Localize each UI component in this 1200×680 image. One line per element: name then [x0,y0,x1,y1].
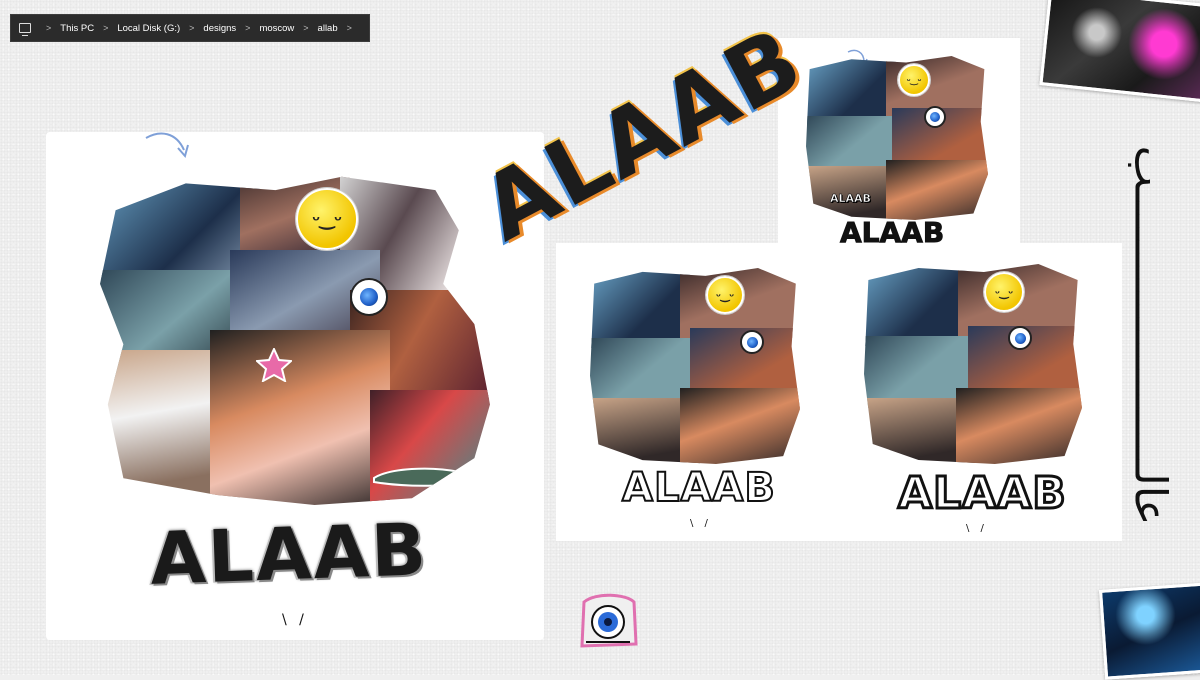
party-photo-bottom-right [1098,582,1200,680]
smiley-face-icon: ᵕ‿ᵕ [898,64,930,96]
computer-icon[interactable] [19,23,31,36]
chevron-right-icon[interactable]: > [347,23,352,33]
variant-1-photo-collage: ᵕ‿ᵕ [590,268,800,464]
variant-2-photo-collage: ᵕ‿ᵕ [864,264,1082,464]
chevron-right-icon[interactable]: > [103,23,108,33]
main-photo-collage: ᵕ‿ᵕ [100,176,490,505]
thumbnail-small-label: ALAAB [830,192,871,206]
star-sticker-icon [256,348,292,382]
caption-chevrons: \ / [966,523,988,534]
address-bar-breadcrumb[interactable]: > This PC > Local Disk (G:) > designs > … [10,14,370,42]
variant-2-bubble-title: ALAAB [897,467,1068,521]
chevron-right-icon[interactable]: > [245,23,250,33]
main-scribble-title: ALAAB [148,507,430,601]
breadcrumb-item-moscow[interactable]: moscow [259,23,294,34]
thumbnail-photo-collage: ᵕ‿ᵕ ALAAB [806,56,988,220]
arabic-vertical-title: عالــــــــــــــــــــــب [1118,100,1182,570]
smiley-face-icon: ᵕ‿ᵕ [296,188,358,250]
smiley-face-icon: ᵕ‿ᵕ [984,272,1024,312]
chevron-right-icon[interactable]: > [189,23,194,33]
breadcrumb-item-this-pc[interactable]: This PC [60,23,94,34]
eye-sticker-icon [740,330,764,354]
eye-sticker-icon [580,593,638,648]
caption-chevrons: \ / [690,518,712,529]
breadcrumb-item-allab[interactable]: allab [318,23,338,34]
eye-sticker-icon [350,278,388,316]
smiley-face-icon: ᵕ‿ᵕ [706,276,744,314]
eye-sticker-icon [1008,326,1032,350]
chevron-right-icon[interactable]: > [46,23,51,33]
variant-1-bubble-title: ALAAB [621,464,776,512]
arabic-title-text: عالــــــــــــــــــــــب [1124,145,1176,525]
chevron-right-icon[interactable]: > [303,23,308,33]
thumbnail-bubble-title: ALAAB [839,216,945,250]
curved-arrow-icon [145,132,189,159]
party-photo-top-right [1039,0,1200,103]
caption-chevrons: \ / [282,612,308,628]
breadcrumb-item-designs[interactable]: designs [203,23,236,34]
breadcrumb-item-local-disk[interactable]: Local Disk (G:) [117,23,180,34]
eye-sticker-icon [924,106,946,128]
